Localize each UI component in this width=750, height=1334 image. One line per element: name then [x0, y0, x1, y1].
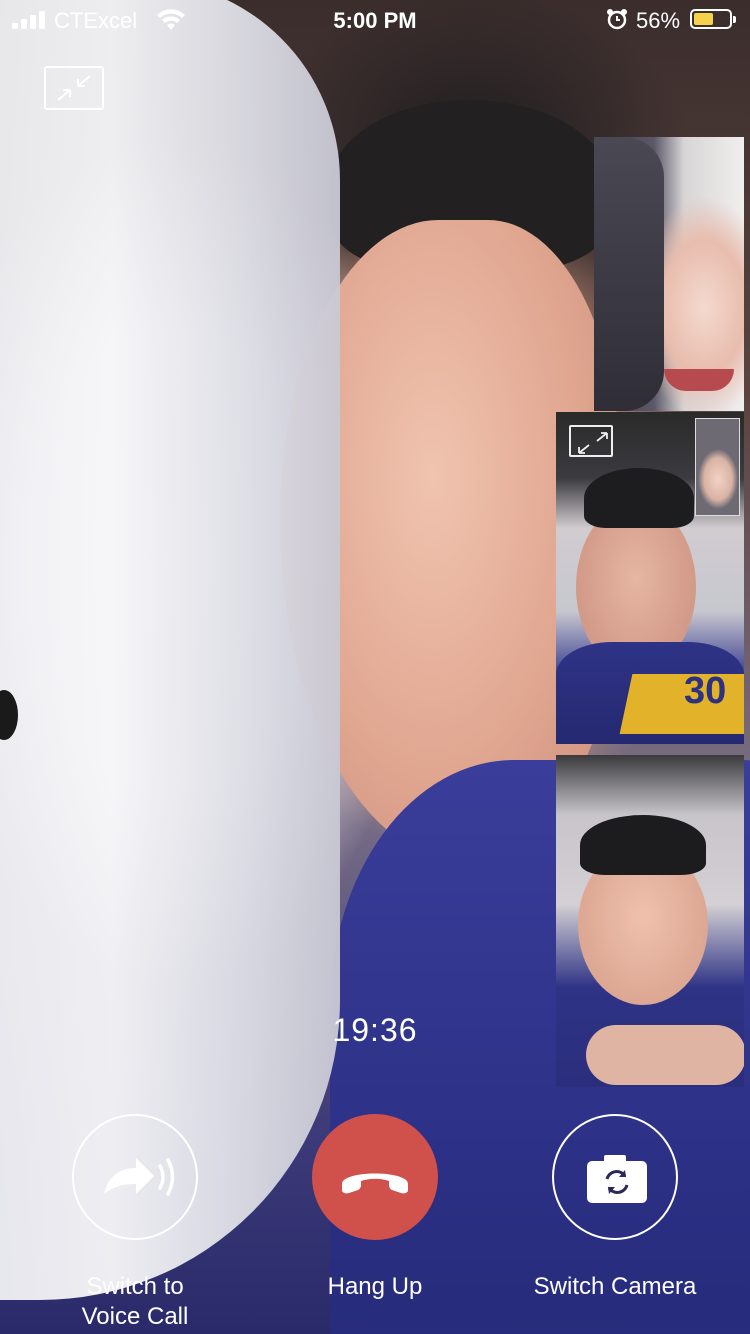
- participant-inset-preview: [695, 418, 740, 516]
- battery-fill: [694, 13, 713, 25]
- expand-icon: [578, 432, 608, 454]
- battery-icon: [690, 9, 736, 29]
- minimize-icon: [57, 75, 91, 101]
- hang-up-button[interactable]: Hang Up: [285, 1114, 465, 1302]
- video-call-screen: CTExcel 5:00 PM 56% 30 19:36 Switch to V…: [0, 0, 750, 1334]
- jersey-number: 30: [684, 670, 727, 712]
- main-video-pillow: [0, 0, 340, 1300]
- status-bar: CTExcel 5:00 PM 56%: [0, 0, 750, 40]
- voice-call-label: Switch to Voice Call: [81, 1273, 189, 1330]
- minimize-call-button[interactable]: [44, 66, 104, 110]
- switch-to-voice-call-button[interactable]: Switch to Voice Call: [45, 1114, 225, 1332]
- switch-camera-label: Switch Camera: [533, 1273, 697, 1300]
- call-duration-timer: 19:36: [332, 1012, 418, 1048]
- participant-video-tile[interactable]: [594, 137, 744, 411]
- participant-video-tile[interactable]: 30: [556, 412, 744, 744]
- switch-camera-icon: [587, 1155, 647, 1203]
- alarm-clock-icon: [607, 9, 627, 30]
- phone-hangup-icon: [342, 1173, 408, 1194]
- expand-video-button[interactable]: [569, 425, 613, 457]
- switch-camera-button[interactable]: Switch Camera: [525, 1114, 705, 1302]
- voice-call-icon: [104, 1158, 175, 1196]
- hang-up-label: Hang Up: [327, 1273, 423, 1300]
- battery-percent: 56%: [636, 8, 681, 33]
